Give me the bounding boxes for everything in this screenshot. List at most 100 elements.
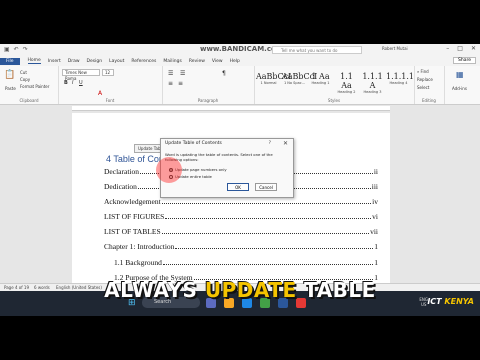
word-window: ▣ ↶ ↷ www.BANDICAM.com Tell me what you … — [0, 44, 480, 316]
minimize-icon[interactable]: – — [446, 45, 449, 52]
italic-icon[interactable]: I — [72, 80, 73, 86]
toc-entry-page: vii — [370, 227, 378, 236]
replace-button[interactable]: Replace — [417, 77, 433, 82]
font-group: Times New Roma 12 B I U A Font — [58, 66, 163, 104]
style-name: 1 Normal — [260, 81, 277, 85]
tab-layout[interactable]: Layout — [109, 59, 124, 64]
addins-button[interactable]: Add-ins — [452, 86, 467, 91]
redo-icon[interactable]: ↷ — [23, 46, 28, 53]
styles-label: Styles — [327, 98, 341, 103]
style-sample: 1.1 Aa — [340, 72, 353, 90]
tab-mailings[interactable]: Mailings — [163, 59, 181, 64]
ok-button[interactable]: OK — [227, 183, 249, 191]
toc-entry-text: Dedication — [104, 182, 137, 191]
toc-entry[interactable]: LIST OF FIGURES vi — [104, 212, 378, 221]
ribbon-tabs: File Home Insert Draw Design Layout Refe… — [0, 56, 480, 66]
tab-design[interactable]: Design — [87, 59, 103, 64]
style-name: Heading 1 — [311, 81, 330, 85]
cursor-highlight — [156, 157, 182, 183]
tab-references[interactable]: References — [131, 59, 156, 64]
tab-review[interactable]: Review — [189, 59, 205, 64]
close-icon[interactable]: ✕ — [283, 140, 288, 147]
style-heading-4[interactable]: 1.1.1.1 Heading 4 — [386, 72, 414, 85]
undo-icon[interactable]: ↶ — [14, 46, 19, 53]
maximize-icon[interactable]: □ — [457, 45, 463, 52]
toc-entry-text: Acknowledgement — [104, 197, 161, 206]
toc-entry-text: LIST OF FIGURES — [104, 212, 165, 221]
clipboard-label: Clipboard — [19, 98, 39, 103]
style-sample: 1.1.1.1 — [386, 72, 414, 81]
video-frame: ▣ ↶ ↷ www.BANDICAM.com Tell me what you … — [0, 0, 480, 360]
copy-button[interactable]: Copy — [20, 77, 30, 82]
style-no-spacing[interactable]: AaBbCcI 1 No Spac... — [282, 72, 318, 85]
help-icon[interactable]: ? — [269, 141, 271, 146]
font-name-select[interactable]: Times New Roma — [62, 69, 100, 81]
tab-file[interactable]: File — [0, 57, 20, 65]
ruler — [72, 106, 390, 111]
paste-button[interactable]: Paste — [5, 86, 16, 91]
tab-help[interactable]: Help — [230, 59, 240, 64]
share-button[interactable]: Share — [453, 57, 476, 64]
font-size-select[interactable]: 12 — [102, 69, 114, 76]
brand-ict: ICT — [427, 297, 445, 306]
toc-entry[interactable]: Chapter 1: Introduction 1 — [104, 242, 378, 251]
toc-entry-page: 1 — [374, 242, 378, 251]
style-heading-3[interactable]: 1.1.1 A Heading 3 — [360, 72, 385, 94]
caption-part1: ALWAYS — [104, 278, 205, 302]
style-heading-2[interactable]: 1.1 Aa Heading 2 — [334, 72, 359, 94]
close-icon[interactable]: ✕ — [471, 45, 476, 52]
dot-leader — [162, 258, 374, 265]
video-caption: ALWAYS UPDATE TABLE — [0, 278, 480, 302]
tab-home[interactable]: Home — [27, 58, 41, 64]
font-color-icon[interactable]: A — [98, 90, 102, 97]
paragraph-group: ☰ ☰ ¶ ≡ ≡ Paragraph — [162, 66, 255, 104]
dot-leader — [161, 197, 372, 204]
toc-entry[interactable]: Acknowledgement iv — [104, 197, 378, 206]
caption-part3: TABLE — [296, 278, 376, 302]
toc-entry-page: iv — [372, 197, 378, 206]
cancel-button[interactable]: Cancel — [255, 183, 277, 191]
toc-entry-text: LIST OF TABLES — [104, 227, 161, 236]
bullets-icon[interactable]: ☰ — [168, 70, 173, 77]
pilcrow-icon[interactable]: ¶ — [222, 70, 226, 77]
recording-watermark: www.BANDICAM.com — [200, 45, 284, 53]
style-heading-1[interactable]: 1 Aa Heading 1 — [308, 72, 333, 85]
align-center-icon[interactable]: ≡ — [178, 80, 183, 87]
paste-icon[interactable]: 📋 — [4, 70, 15, 80]
toc-entry-page: vi — [372, 212, 378, 221]
caption-highlight: UPDATE — [204, 278, 297, 302]
align-left-icon[interactable]: ≡ — [168, 80, 173, 87]
find-button[interactable]: ⌕ Find — [417, 69, 429, 74]
title-bar: ▣ ↶ ↷ www.BANDICAM.com Tell me what you … — [0, 44, 480, 56]
style-normal[interactable]: AaBbCcI 1 Normal — [256, 72, 291, 85]
toc-entry-page: iii — [371, 182, 378, 191]
dot-leader — [175, 242, 374, 249]
find-label: Find — [420, 69, 429, 74]
tab-view[interactable]: View — [212, 59, 223, 64]
style-sample: AaBbCcI — [282, 72, 318, 81]
option-label: Update page numbers only — [175, 167, 227, 172]
style-name: Heading 3 — [363, 90, 382, 94]
user-name[interactable]: Robert Mutai — [382, 46, 408, 51]
toc-entry-page: 1 — [374, 258, 378, 267]
tab-insert[interactable]: Insert — [48, 59, 61, 64]
select-button[interactable]: Select — [417, 85, 429, 90]
save-icon[interactable]: ▣ — [4, 46, 10, 53]
dialog-title: Update Table of Contents — [165, 141, 222, 146]
format-painter-button[interactable]: Format Painter — [20, 84, 49, 89]
tab-draw[interactable]: Draw — [68, 59, 80, 64]
toc-entry[interactable]: LIST OF TABLES vii — [104, 227, 378, 236]
bold-icon[interactable]: B — [64, 80, 68, 86]
underline-icon[interactable]: U — [79, 80, 83, 86]
editing-label: Editing — [422, 98, 436, 103]
addins-icon[interactable]: ▦ — [456, 70, 464, 79]
tell-me-search[interactable]: Tell me what you want to do — [272, 46, 362, 54]
cut-button[interactable]: Cut — [20, 70, 27, 75]
dot-leader — [161, 227, 370, 234]
channel-logo: ICT KENYA — [427, 297, 474, 306]
paragraph-label: Paragraph — [197, 98, 219, 103]
toc-entry[interactable]: 1.1 Background 1 — [114, 258, 378, 267]
styles-group: AaBbCcI 1 Normal AaBbCcI 1 No Spac... 1 Aa… — [254, 66, 415, 104]
numbering-icon[interactable]: ☰ — [180, 70, 185, 77]
clipboard-group: 📋 Paste Cut Copy Format Painter Clipboar… — [0, 66, 59, 104]
